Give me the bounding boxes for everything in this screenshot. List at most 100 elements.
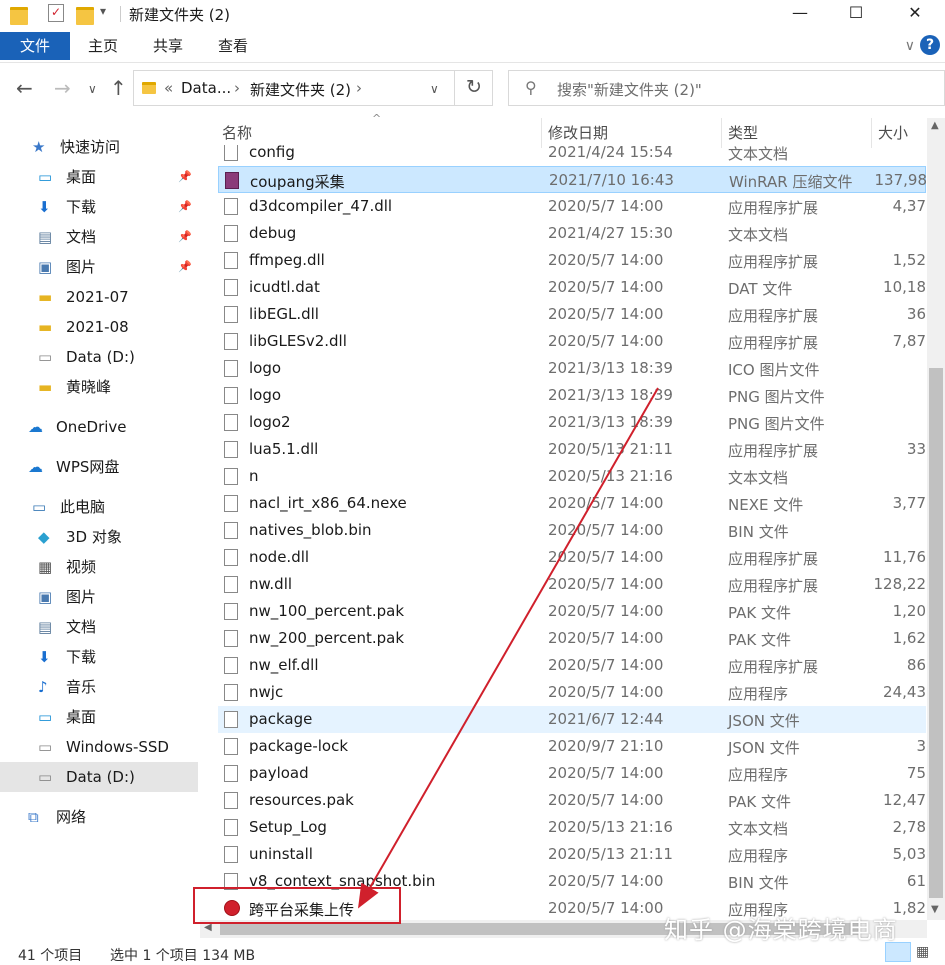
file-row[interactable]: nw_200_percent.pak 2020/5/7 14:00 PAK 文件 1,… (218, 625, 926, 652)
file-row[interactable]: nwjc 2020/5/7 14:00 应用程序 24,43 (218, 679, 926, 706)
sidebar-item[interactable]: ▬ 2021-08 (0, 312, 198, 342)
refresh-icon[interactable]: ↻ (466, 76, 482, 98)
vertical-scrollbar[interactable]: ▲ ▼ (927, 118, 945, 920)
sidebar-item[interactable]: ☁ OneDrive (0, 412, 198, 442)
file-row[interactable]: logo2 2021/3/13 18:39 PNG 图片文件 (218, 409, 926, 436)
file-row[interactable]: libGLESv2.dll 2020/5/7 14:00 应用程序扩展 7,87 (218, 328, 926, 355)
file-type: 文本文档 (728, 820, 789, 838)
file-row[interactable]: nw.dll 2020/5/7 14:00 应用程序扩展 128,22 (218, 571, 926, 598)
file-row[interactable]: Setup_Log 2020/5/13 21:16 文本文档 2,78 (218, 814, 926, 841)
sidebar-item[interactable]: ▭ Data (D:) (0, 762, 198, 792)
sidebar-item[interactable]: ⧉ 网络 (0, 802, 198, 832)
file-name: payload (249, 764, 309, 782)
file-row[interactable]: package 2021/6/7 12:44 JSON 文件 (218, 706, 926, 733)
breadcrumb-overflow[interactable]: « (164, 79, 173, 97)
sidebar-item[interactable]: ▣ 图片 (0, 582, 198, 612)
file-row[interactable]: nw_elf.dll 2020/5/7 14:00 应用程序扩展 86 (218, 652, 926, 679)
tab-view[interactable]: 查看 (202, 32, 264, 60)
sidebar-item[interactable]: ▬ 2021-07 (0, 282, 198, 312)
sidebar-item[interactable]: ★ 快速访问 (0, 132, 198, 162)
sidebar-item[interactable]: ◆ 3D 对象 (0, 522, 198, 552)
file-size: 128,22 (873, 575, 927, 593)
tab-file[interactable]: 文件 (0, 32, 70, 60)
column-size[interactable]: 大小 (872, 118, 928, 148)
ribbon-collapse-button[interactable]: ∨ (905, 32, 915, 60)
breadcrumb-separator[interactable]: › (356, 79, 362, 97)
folder-icon (10, 7, 28, 25)
sidebar-item[interactable]: ▭Windows-SSD (C:) (0, 732, 198, 786)
search-input[interactable]: ⚲ 搜索"新建文件夹 (2)" (508, 70, 945, 106)
file-type: ICO 图片文件 (728, 361, 820, 379)
up-icon[interactable]: ↑ (110, 76, 127, 100)
file-row[interactable]: logo 2021/3/13 18:39 ICO 图片文件 (218, 355, 926, 382)
customize-quick-access-icon[interactable]: ▾ (100, 4, 118, 22)
forward-icon[interactable]: → (54, 76, 71, 100)
back-icon[interactable]: ← (16, 76, 33, 100)
file-row[interactable]: coupang采集 2021/7/10 16:43 WinRAR 压缩文件 137,9… (218, 166, 927, 193)
sidebar-item[interactable]: ▤ 文档 📌 (0, 222, 198, 252)
new-folder-icon[interactable] (76, 7, 94, 25)
pin-icon[interactable]: 📌 (178, 192, 192, 222)
window-title: 新建文件夹 (2) (129, 6, 231, 24)
sidebar-item[interactable]: ▣ 图片 📌 (0, 252, 198, 282)
file-row[interactable]: logo 2021/3/13 18:39 PNG 图片文件 (218, 382, 926, 409)
sidebar-item[interactable]: ⬇ 下载 (0, 642, 198, 672)
details-view-button[interactable] (885, 942, 911, 962)
file-row[interactable]: ffmpeg.dll 2020/5/7 14:00 应用程序扩展 1,52 (218, 247, 926, 274)
vertical-scroll-thumb[interactable] (929, 368, 943, 898)
minimize-button[interactable]: — (770, 0, 830, 28)
pin-icon[interactable]: 📌 (178, 222, 192, 252)
file-row[interactable]: node.dll 2020/5/7 14:00 应用程序扩展 11,76 (218, 544, 926, 571)
maximize-button[interactable]: ☐ (826, 0, 886, 28)
sidebar-item[interactable]: ♪ 音乐 (0, 672, 198, 702)
file-row[interactable]: package-lock 2020/9/7 21:10 JSON 文件 3 (218, 733, 926, 760)
file-date: 2020/5/13 21:16 (548, 818, 673, 836)
tab-share[interactable]: 共享 (137, 32, 199, 60)
file-type: BIN 文件 (728, 523, 789, 541)
close-button[interactable]: ✕ (885, 0, 945, 28)
file-row[interactable]: d3dcompiler_47.dll 2020/5/7 14:00 应用程序扩展 4,… (218, 193, 926, 220)
file-row[interactable]: nw_100_percent.pak 2020/5/7 14:00 PAK 文件 1,… (218, 598, 926, 625)
sidebar-item[interactable]: ▦ 视频 (0, 552, 198, 582)
pin-icon[interactable]: 📌 (178, 252, 192, 282)
breadcrumb-data[interactable]: Data... (181, 79, 231, 97)
file-row[interactable]: nacl_irt_x86_64.nexe 2020/5/7 14:00 NEXE 文… (218, 490, 926, 517)
file-row[interactable]: uninstall 2020/5/13 21:11 应用程序 5,03 (218, 841, 926, 868)
file-date: 2021/4/27 15:30 (548, 224, 673, 242)
file-row[interactable]: libEGL.dll 2020/5/7 14:00 应用程序扩展 36 (218, 301, 926, 328)
scroll-up-icon[interactable]: ▲ (931, 120, 939, 131)
file-name: nw.dll (249, 575, 293, 593)
column-name[interactable]: 名称 (216, 118, 542, 148)
scroll-down-icon[interactable]: ▼ (931, 904, 939, 915)
file-type: PAK 文件 (728, 631, 791, 649)
help-button[interactable]: ? (920, 35, 940, 55)
chevron-down-icon[interactable]: ∨ (430, 82, 439, 96)
sidebar-item[interactable]: ▭ 桌面 (0, 702, 198, 732)
sidebar-item[interactable]: ▤ 文档 (0, 612, 198, 642)
file-row[interactable]: resources.pak 2020/5/7 14:00 PAK 文件 12,47 (218, 787, 926, 814)
sidebar-item-label: 桌面 (66, 168, 97, 186)
column-type[interactable]: 类型 (722, 118, 872, 148)
address-bar[interactable]: « Data... › 新建文件夹 (2) › ∨ ↻ (133, 70, 493, 106)
recent-locations-icon[interactable]: ∨ (88, 82, 97, 96)
file-row[interactable]: debug 2021/4/27 15:30 文本文档 (218, 220, 926, 247)
breadcrumb-separator[interactable]: › (234, 79, 240, 97)
file-row[interactable]: lua5.1.dll 2020/5/13 21:11 应用程序扩展 33 (218, 436, 926, 463)
sidebar-item[interactable]: ▭ 此电脑 (0, 492, 198, 522)
large-icons-view-button[interactable]: ▦ (916, 944, 929, 960)
file-row[interactable]: n 2020/5/13 21:16 文本文档 (218, 463, 926, 490)
sidebar-item[interactable]: ▭ 桌面 📌 (0, 162, 198, 192)
sidebar-item[interactable]: ▭ Data (D:) (0, 342, 198, 372)
tab-home[interactable]: 主页 (72, 32, 134, 60)
file-row[interactable]: icudtl.dat 2020/5/7 14:00 DAT 文件 10,18 (218, 274, 926, 301)
breadcrumb-current[interactable]: 新建文件夹 (2) (250, 79, 351, 100)
column-date[interactable]: 修改日期 (542, 118, 722, 148)
file-row[interactable]: natives_blob.bin 2020/5/7 14:00 BIN 文件 (218, 517, 926, 544)
sidebar-item[interactable]: ☁ WPS网盘 (0, 452, 198, 482)
properties-icon[interactable]: ✓ (48, 4, 64, 22)
pin-icon[interactable]: 📌 (178, 162, 192, 192)
sidebar-item[interactable]: ▬ 黄晓峰 (0, 372, 198, 402)
sidebar-item[interactable]: ⬇ 下载 📌 (0, 192, 198, 222)
file-row[interactable]: payload 2020/5/7 14:00 应用程序 75 (218, 760, 926, 787)
file-row[interactable]: config 2021/4/24 15:54 文本文档 (218, 145, 926, 166)
